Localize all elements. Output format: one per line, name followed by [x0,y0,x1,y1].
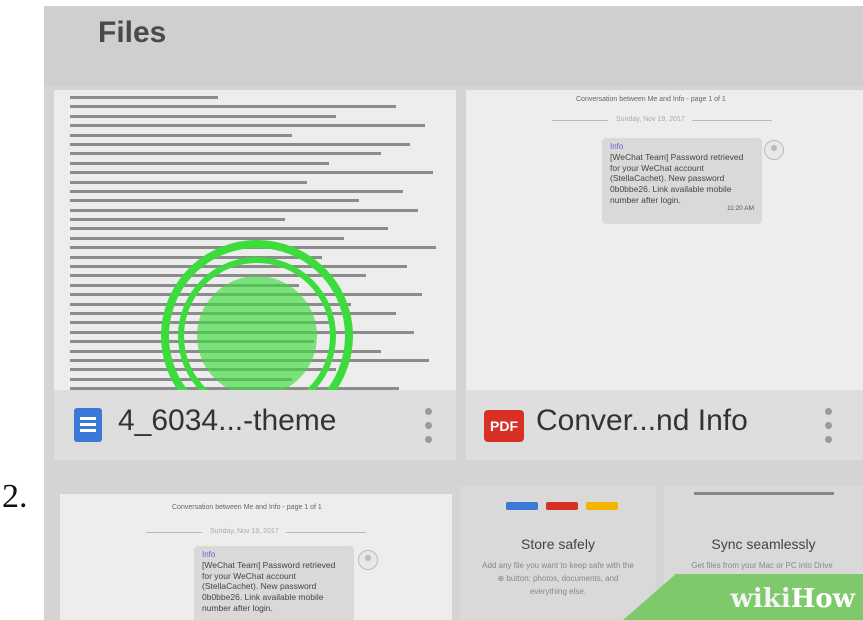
tap-indicator [161,240,353,390]
app-header: Files [44,6,863,86]
pdf-title: Conversation between Me and Info - page … [576,96,726,103]
promo-description: Add any file you want to keep safe with … [482,561,634,596]
pdf-date: Sunday, Nov 19, 2017 [210,528,279,535]
chat-message: [WeChat Team] Password retrieved for you… [202,560,336,613]
step-number: 2. [2,478,28,515]
chat-sender: Info [202,550,216,559]
chat-bubble: Info [WeChat Team] Password retrieved fo… [602,138,762,224]
pdf-title: Conversation between Me and Info - page … [172,504,322,511]
file-card-document[interactable]: 4_6034...-theme [54,90,456,460]
more-options-icon[interactable] [822,406,834,446]
tap-dot [197,276,317,390]
promo-store-safely: Store safely Add any file you want to ke… [460,486,656,620]
google-docs-icon [74,408,102,442]
file-card-pdf[interactable]: Conversation between Me and Info - page … [466,90,863,460]
color-bar-yellow [586,502,618,510]
chat-bubble: Info [WeChat Team] Password retrieved fo… [194,546,354,620]
avatar [764,140,784,160]
chat-time: 11:20 AM [727,205,754,213]
file-card-footer[interactable]: PDF Conver...nd Info [466,390,863,460]
file-thumbnail-document[interactable] [54,90,456,390]
file-card-footer[interactable]: 4_6034...-theme [54,390,456,460]
file-thumbnail-pdf[interactable]: Conversation between Me and Info - page … [466,90,863,390]
chat-sender: Info [610,142,624,151]
avatar [358,550,378,570]
chat-message: [WeChat Team] Password retrieved for you… [610,152,744,205]
more-options-icon[interactable] [422,406,434,446]
app-screen: Files 4_6034...-theme Conversation betwe… [44,6,863,620]
file-card-pdf-2[interactable]: Conversation between Me and Info - page … [60,494,452,620]
color-bar-blue [506,502,538,510]
file-name: 4_6034...-theme [118,404,337,437]
page-title: Files [98,16,167,49]
pdf-icon: PDF [484,410,524,442]
wikihow-logo: wikiHow [730,584,855,614]
promo-title: Store safely [521,536,595,552]
file-name: Conver...nd Info [536,404,748,437]
color-bar-red [546,502,578,510]
promo-title: Sync seamlessly [711,536,816,552]
pdf-date: Sunday, Nov 19, 2017 [616,116,685,123]
